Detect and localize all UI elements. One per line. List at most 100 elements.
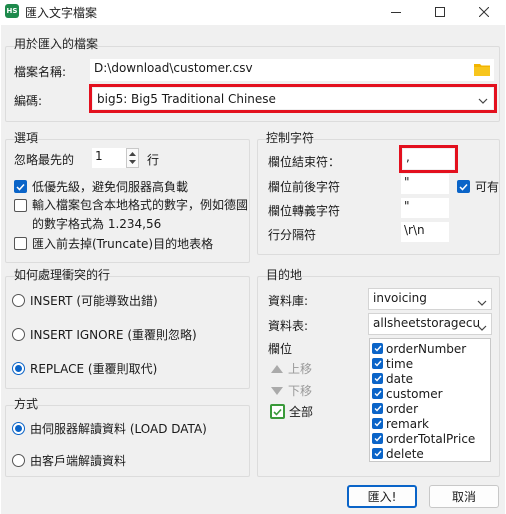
optionally-enclosed-option[interactable]: 可有 [457, 178, 499, 195]
insert-radio[interactable] [12, 294, 25, 307]
move-down-label: 下移 [288, 384, 313, 398]
client-parse-option[interactable]: 由客戶端解讀資料 [12, 452, 126, 469]
folder-icon[interactable] [474, 62, 490, 76]
list-item-checkbox[interactable] [372, 358, 383, 369]
low-priority-option[interactable]: 低優先級，避免伺服器高負載 [14, 178, 188, 195]
minimize-button[interactable] [374, 0, 418, 24]
insert-label: INSERT (可能導致出錯) [30, 294, 158, 308]
server-parse-radio[interactable] [12, 422, 25, 435]
list-item[interactable]: orderNumber [372, 341, 466, 356]
line-terminator-input[interactable]: \r\n [401, 222, 449, 242]
list-item[interactable]: orderTotalPrice [372, 431, 475, 446]
close-icon [479, 7, 489, 17]
list-item-checkbox[interactable] [372, 433, 383, 444]
filename-label: 檔案名稱: [14, 65, 67, 79]
list-item-checkbox[interactable] [372, 373, 383, 384]
low-priority-checkbox[interactable] [14, 180, 27, 193]
local-number-checkbox[interactable] [14, 199, 27, 212]
move-down-button[interactable]: 下移 [270, 382, 312, 399]
select-all-label: 全部 [289, 405, 314, 419]
list-item[interactable]: date [372, 371, 413, 386]
options-group-title: 選項 [14, 131, 39, 145]
skip-lines-spinner[interactable] [126, 148, 139, 168]
filename-value: D:\download\customer.csv [94, 61, 253, 75]
list-item-checkbox[interactable] [372, 418, 383, 429]
app-icon: HS [5, 4, 19, 18]
field-terminator-input[interactable]: , [403, 149, 454, 169]
move-up-label: 上移 [288, 362, 313, 376]
server-parse-label: 由伺服器解讀資料 (LOAD DATA) [30, 422, 207, 436]
filename-input[interactable]: D:\download\customer.csv [90, 59, 494, 81]
field-terminator-value: , [406, 150, 410, 164]
database-select[interactable]: invoicing [368, 288, 492, 310]
destination-title: 目的地 [266, 268, 303, 282]
list-item-label: customer [386, 386, 443, 401]
client-parse-radio[interactable] [12, 454, 25, 467]
list-item[interactable]: delete [372, 446, 424, 461]
triangle-down-icon [271, 386, 283, 395]
columns-list[interactable]: orderNumber time date customer order rem… [369, 338, 491, 462]
select-all-checkbox[interactable] [270, 404, 285, 419]
list-item-label: orderTotalPrice [386, 431, 476, 446]
insert-ignore-label: INSERT IGNORE (重覆則忽略) [30, 328, 197, 342]
table-select[interactable]: allsheetstoragecu [368, 313, 492, 335]
database-label: 資料庫: [268, 294, 309, 308]
enclosed-by-value: " [404, 175, 410, 189]
replace-option[interactable]: REPLACE (重覆則取代) [12, 360, 157, 377]
list-item-checkbox[interactable] [372, 448, 383, 459]
field-terminator-label: 欄位結束符： [268, 155, 341, 169]
list-item-label: date [386, 371, 414, 386]
local-number-option[interactable]: 輸入檔案包含本地格式的數字，例如德國 的數字格式為 1.234,56 [14, 196, 248, 232]
list-item-label: delete [386, 446, 424, 461]
list-item-checkbox[interactable] [372, 403, 383, 414]
replace-radio[interactable] [12, 362, 25, 375]
move-up-button[interactable]: 上移 [270, 360, 312, 377]
method-title: 方式 [14, 397, 39, 411]
list-item[interactable]: time [372, 356, 413, 371]
close-button[interactable] [462, 0, 506, 24]
minimize-icon [391, 12, 401, 13]
encoding-select[interactable]: big5: Big5 Traditional Chinese [93, 88, 493, 109]
window-title: 匯入文字檔案 [25, 6, 98, 20]
truncate-checkbox[interactable] [14, 237, 27, 250]
local-number-label-line1: 輸入檔案包含本地格式的數字，例如德國 [32, 198, 249, 212]
columns-label: 欄位 [268, 342, 293, 356]
encoding-value: big5: Big5 Traditional Chinese [97, 91, 276, 106]
skip-lines-input[interactable]: 1 [92, 148, 126, 168]
cancel-button[interactable]: 取消 [429, 485, 499, 508]
optionally-enclosed-label: 可有 [475, 180, 500, 194]
duplicate-handling-title: 如何處理衝突的行 [14, 268, 111, 282]
line-terminator-label: 行分隔符 [268, 228, 317, 242]
skip-lines-label: 忽略最先的 [14, 153, 75, 167]
table-value: allsheetstoragecu [373, 316, 481, 330]
select-all-option[interactable]: 全部 [270, 403, 313, 420]
server-parse-option[interactable]: 由伺服器解讀資料 (LOAD DATA) [12, 420, 207, 437]
list-item-checkbox[interactable] [372, 343, 383, 354]
maximize-button[interactable] [418, 0, 462, 24]
insert-ignore-radio[interactable] [12, 328, 25, 341]
list-item[interactable]: order [372, 401, 418, 416]
insert-option[interactable]: INSERT (可能導致出錯) [12, 292, 158, 309]
import-button-label: 匯入! [367, 490, 397, 504]
list-item-checkbox[interactable] [372, 388, 383, 399]
encoding-label: 編碼: [14, 94, 43, 108]
import-button[interactable]: 匯入! [347, 485, 417, 508]
escaped-by-label: 欄位轉義字符 [268, 204, 341, 218]
escaped-by-input[interactable]: " [401, 198, 449, 218]
maximize-icon [435, 7, 445, 17]
replace-label: REPLACE (重覆則取代) [30, 362, 158, 376]
table-label: 資料表: [268, 319, 309, 333]
optionally-enclosed-checkbox[interactable] [457, 180, 470, 193]
truncate-option[interactable]: 匯入前去掉(Truncate)目的地表格 [14, 235, 213, 252]
enclosed-by-input[interactable]: " [401, 174, 449, 194]
insert-ignore-option[interactable]: INSERT IGNORE (重覆則忽略) [12, 326, 197, 343]
low-priority-label: 低優先級，避免伺服器高負載 [32, 180, 189, 194]
list-item-label: orderNumber [386, 341, 467, 356]
chevron-down-icon [478, 94, 488, 108]
local-number-label-line2: 的數字格式為 1.234,56 [32, 217, 162, 231]
list-item[interactable]: remark [372, 416, 429, 431]
skip-lines-value: 1 [95, 149, 103, 163]
list-item[interactable]: customer [372, 386, 443, 401]
triangle-up-icon [271, 364, 283, 373]
database-value: invoicing [373, 291, 427, 305]
